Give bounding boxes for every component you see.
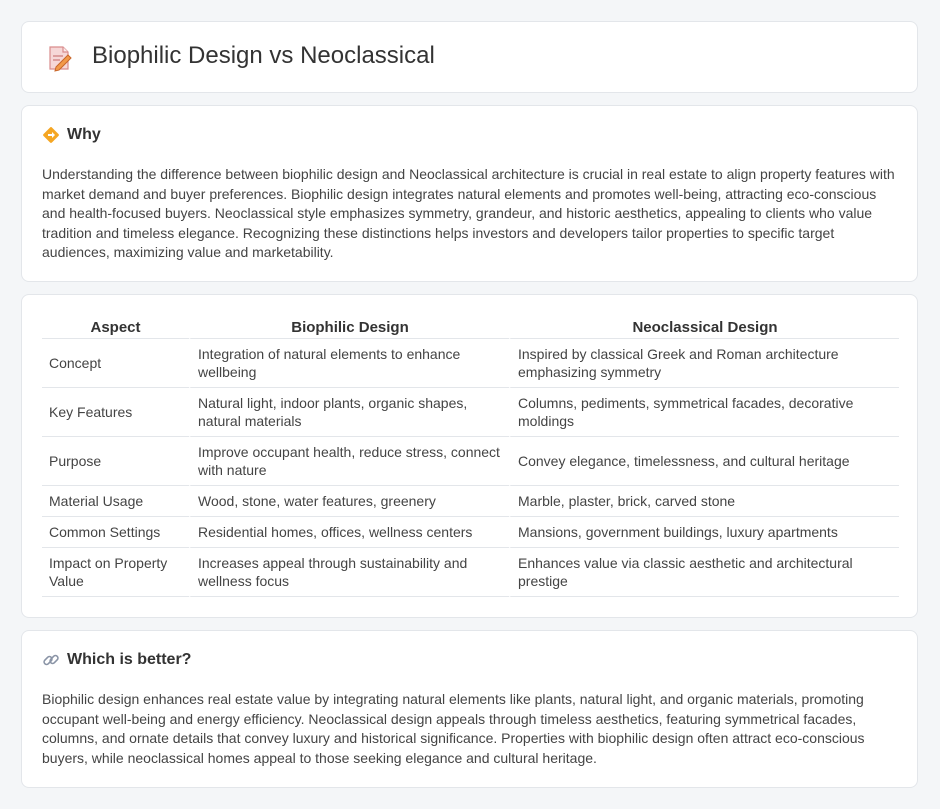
column-header-biophilic: Biophilic Design	[189, 315, 509, 339]
why-text: Understanding the difference between bio…	[42, 166, 895, 260]
neoclassical-cell: Enhances value via classic aesthetic and…	[509, 548, 899, 597]
table-row: Impact on Property Value Increases appea…	[42, 548, 899, 597]
which-is-better-text: Biophilic design enhances real estate va…	[42, 691, 865, 766]
aspect-cell: Material Usage	[42, 486, 189, 517]
neoclassical-cell: Mansions, government buildings, luxury a…	[509, 517, 899, 548]
comparison-table: Aspect Biophilic Design Neoclassical Des…	[42, 315, 899, 597]
aspect-cell: Purpose	[42, 437, 189, 486]
comparison-section: Aspect Biophilic Design Neoclassical Des…	[21, 294, 918, 618]
which-is-better-section: Which is better? Biophilic design enhanc…	[21, 630, 918, 788]
page-title: Biophilic Design vs Neoclassical	[92, 42, 435, 69]
biophilic-cell: Residential homes, offices, wellness cen…	[189, 517, 509, 548]
column-header-aspect: Aspect	[42, 315, 189, 339]
biophilic-cell: Improve occupant health, reduce stress, …	[189, 437, 509, 486]
table-row: Material Usage Wood, stone, water featur…	[42, 486, 899, 517]
biophilic-cell: Integration of natural elements to enhan…	[189, 339, 509, 388]
column-header-neoclassical: Neoclassical Design	[509, 315, 899, 339]
table-header-row: Aspect Biophilic Design Neoclassical Des…	[42, 315, 899, 339]
table-row: Concept Integration of natural elements …	[42, 339, 899, 388]
biophilic-cell: Increases appeal through sustainability …	[189, 548, 509, 597]
header-card: Biophilic Design vs Neoclassical	[21, 21, 918, 93]
link-icon	[43, 654, 59, 666]
why-heading: Why	[67, 126, 101, 143]
diamond-signal-icon	[43, 127, 59, 143]
aspect-cell: Concept	[42, 339, 189, 388]
table-row: Key Features Natural light, indoor plant…	[42, 388, 899, 437]
why-section: Why Understanding the difference between…	[21, 105, 918, 282]
aspect-cell: Key Features	[42, 388, 189, 437]
neoclassical-cell: Inspired by classical Greek and Roman ar…	[509, 339, 899, 388]
neoclassical-cell: Columns, pediments, symmetrical facades,…	[509, 388, 899, 437]
which-is-better-heading: Which is better?	[67, 651, 192, 668]
document-pencil-icon	[49, 46, 72, 72]
neoclassical-cell: Convey elegance, timelessness, and cultu…	[509, 437, 899, 486]
table-row: Common Settings Residential homes, offic…	[42, 517, 899, 548]
biophilic-cell: Natural light, indoor plants, organic sh…	[189, 388, 509, 437]
aspect-cell: Impact on Property Value	[42, 548, 189, 597]
aspect-cell: Common Settings	[42, 517, 189, 548]
neoclassical-cell: Marble, plaster, brick, carved stone	[509, 486, 899, 517]
biophilic-cell: Wood, stone, water features, greenery	[189, 486, 509, 517]
table-row: Purpose Improve occupant health, reduce …	[42, 437, 899, 486]
